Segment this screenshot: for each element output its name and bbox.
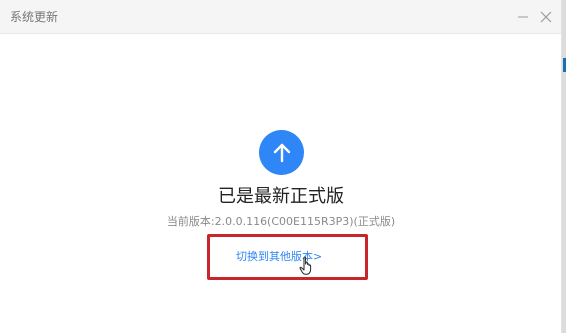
close-button[interactable] bbox=[537, 8, 555, 26]
window-edge bbox=[562, 0, 566, 333]
minimize-button[interactable] bbox=[514, 8, 532, 26]
status-title: 已是最新正式版 bbox=[218, 186, 344, 207]
close-icon bbox=[540, 11, 552, 23]
update-status-icon bbox=[259, 130, 304, 175]
title-bar[interactable]: 系统更新 bbox=[0, 0, 561, 34]
arrow-up-icon bbox=[273, 143, 290, 162]
current-version-text: 当前版本:2.0.0.116(C00E115R3P3)(正式版) bbox=[166, 215, 396, 228]
minimize-icon bbox=[518, 16, 528, 18]
hand-cursor-icon bbox=[299, 256, 312, 275]
window-title: 系统更新 bbox=[10, 10, 59, 24]
system-update-window: 系统更新 已是最新正式版 当前版本:2.0.0.116(C00E115R3P3)… bbox=[0, 0, 562, 333]
